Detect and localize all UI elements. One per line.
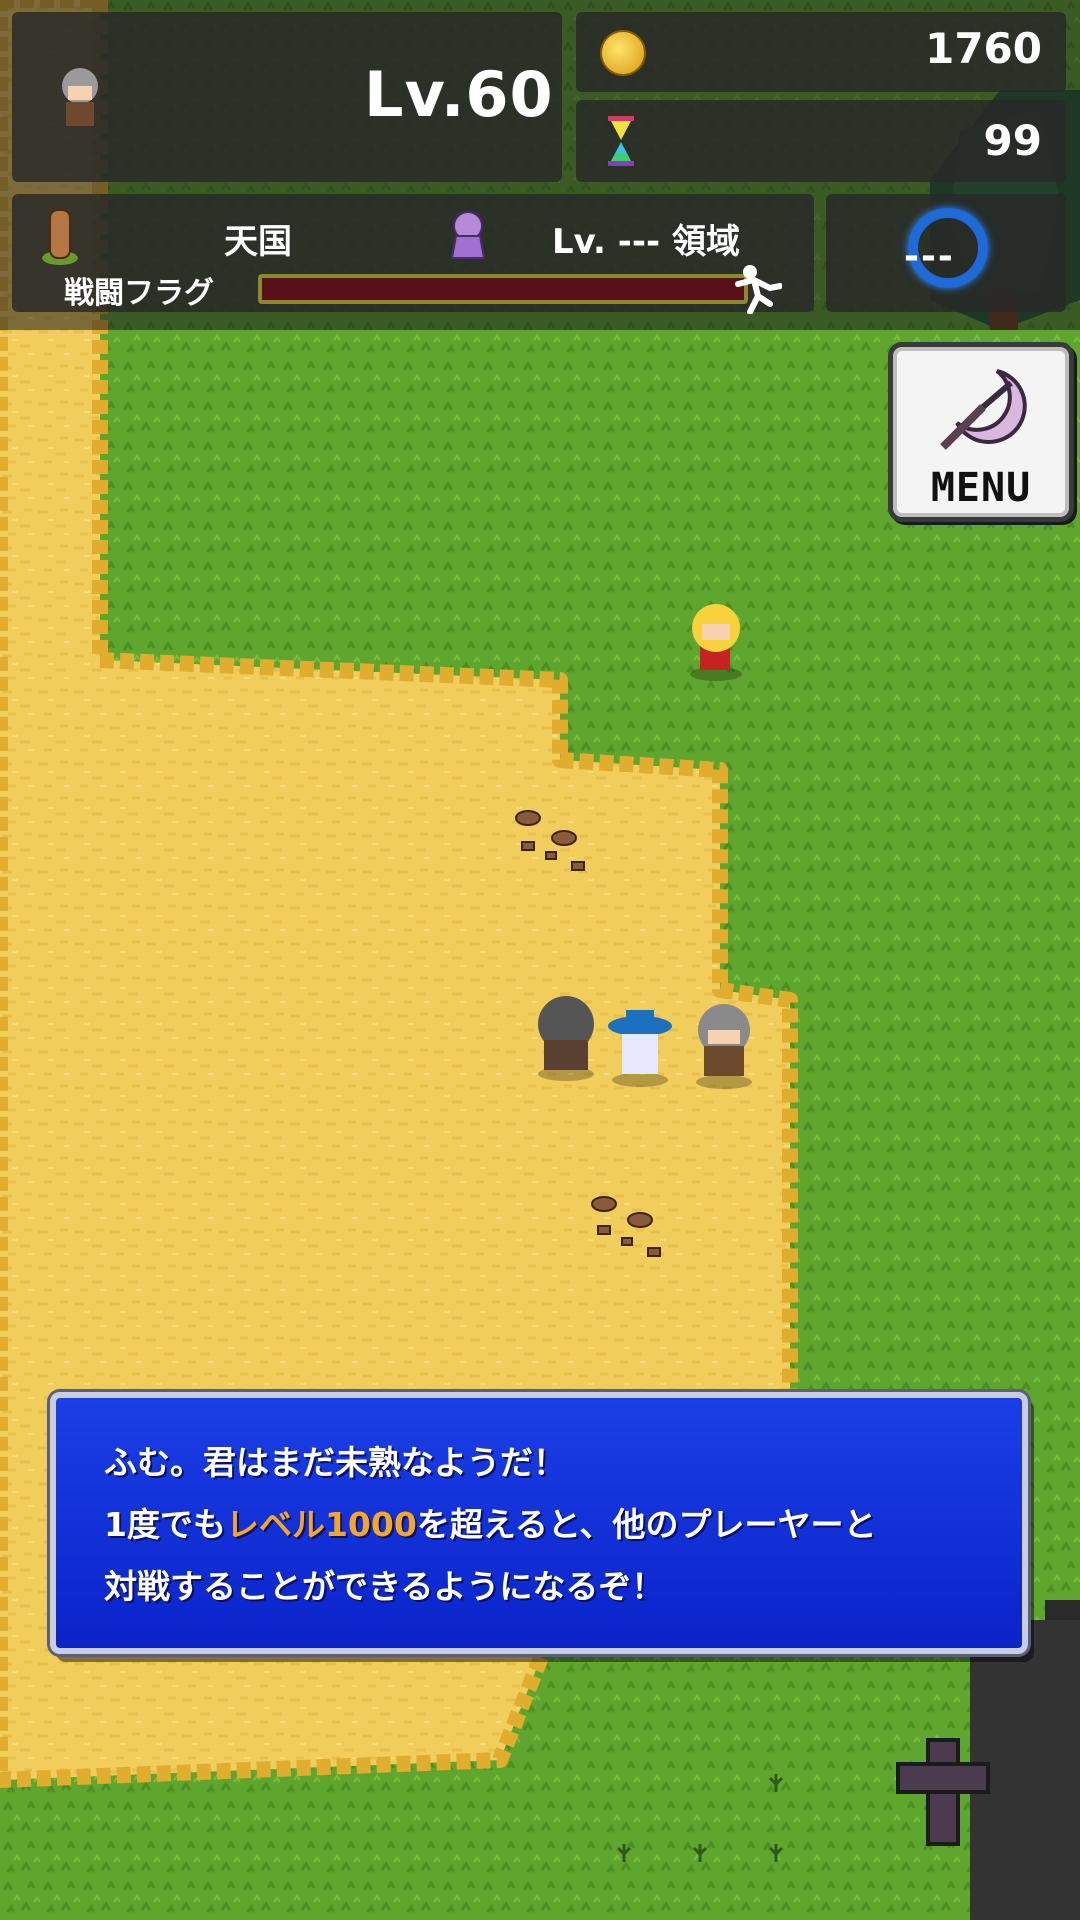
menu-label: MENU — [930, 465, 1032, 511]
pillar-icon — [40, 204, 80, 266]
dialog-line-2-pre: 1度でも — [104, 1505, 226, 1544]
portal-status: --- — [904, 236, 955, 277]
flag-runner-icon — [730, 262, 783, 315]
gold-amount: 1760 — [925, 24, 1042, 73]
battle-flag-fill — [262, 278, 744, 300]
dialog-highlight: レベル1000 — [225, 1505, 417, 1544]
dialog-line-2: 1度でもレベル1000を超えると、他のプレーヤーと — [104, 1498, 877, 1546]
player-avatar — [56, 66, 104, 128]
battle-flag-bar — [258, 274, 748, 304]
dialog-line-1: ふむ。君はまだ未熟なようだ！ — [104, 1443, 566, 1482]
npc-blonde-character — [690, 604, 742, 681]
domain-level: Lv. --- 領域 — [552, 222, 740, 262]
menu-scythe-icon — [937, 363, 1033, 459]
player-level: Lv.60 — [364, 58, 554, 131]
ghost-icon — [446, 208, 488, 260]
battle-flag-label: 戦闘フラグ — [64, 276, 214, 311]
hourglass-icon — [608, 116, 634, 166]
dialog-box[interactable]: ふむ。君はまだ未熟なようだ！ 1度でもレベル1000を超えると、他のプレーヤーと… — [50, 1392, 1028, 1654]
gold-coin-icon — [600, 30, 646, 76]
party-member-spiky-hair — [538, 996, 594, 1081]
dialog-line-2-post: を超えると、他のプレーヤーと — [416, 1505, 877, 1544]
dialog-line-3: 対戦することができるようになるぞ！ — [104, 1567, 665, 1606]
menu-button[interactable]: MENU — [888, 342, 1074, 522]
hourglass-amount: 99 — [983, 116, 1042, 165]
area-name: 天国 — [224, 222, 292, 262]
